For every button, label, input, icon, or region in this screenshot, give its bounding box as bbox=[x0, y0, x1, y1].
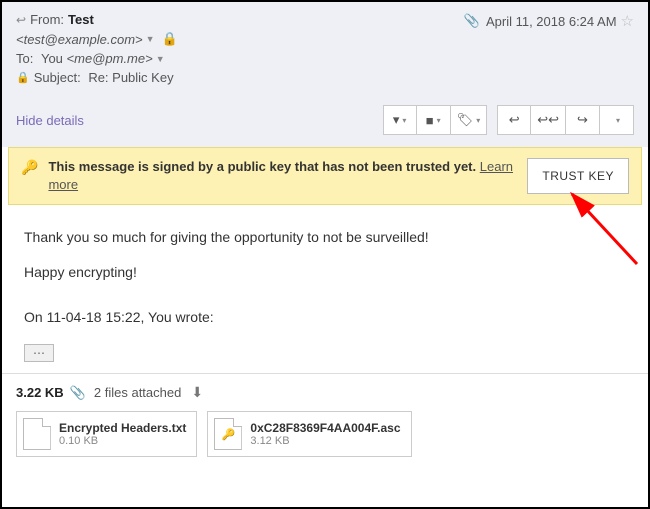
quote-header: On 11-04-18 15:22, You wrote: bbox=[24, 307, 626, 328]
chevron-down-icon: ▾ bbox=[616, 116, 620, 125]
body-line: Happy encrypting! bbox=[24, 262, 626, 283]
email-date: April 11, 2018 6:24 AM bbox=[486, 14, 617, 29]
reply-icon: ↩ bbox=[509, 112, 520, 128]
file-icon bbox=[23, 418, 51, 450]
toolbar: Hide details ▾▾ ■▾ 🏷▾ ↩ ↩↩ ↪ ▾ bbox=[2, 97, 648, 147]
to-name: You bbox=[41, 51, 63, 66]
subject-row: 🔒 Subject: Re: Public Key bbox=[16, 70, 634, 85]
attachment-size: 0.10 KB bbox=[59, 435, 186, 447]
more-actions-button[interactable]: ▾ bbox=[600, 105, 634, 135]
lock-icon: 🔒 bbox=[16, 71, 30, 84]
key-file-icon: 🔑 bbox=[214, 418, 242, 450]
subject-text: Re: Public Key bbox=[88, 70, 173, 85]
tag-icon: 🏷 bbox=[457, 112, 474, 128]
body-line: Thank you so much for giving the opportu… bbox=[24, 227, 626, 248]
funnel-icon: ▾ bbox=[393, 112, 400, 128]
key-icon: 🔑 bbox=[21, 159, 38, 176]
toolbar-buttons: ▾▾ ■▾ 🏷▾ ↩ ↩↩ ↪ ▾ bbox=[383, 105, 634, 135]
chevron-down-icon: ▼ bbox=[146, 34, 155, 44]
forward-icon: ↪ bbox=[577, 112, 588, 128]
from-label: From: bbox=[30, 12, 64, 27]
banner-message: This message is signed by a public key t… bbox=[48, 159, 476, 174]
reply-icon: ↩ bbox=[16, 13, 26, 27]
paperclip-icon: 📎 bbox=[464, 13, 480, 29]
email-body: Thank you so much for giving the opportu… bbox=[2, 205, 648, 373]
reply-button[interactable]: ↩ bbox=[497, 105, 531, 135]
hide-details-link[interactable]: Hide details bbox=[16, 113, 84, 128]
trust-key-button[interactable]: TRUST KEY bbox=[527, 158, 629, 194]
forward-button[interactable]: ↪ bbox=[566, 105, 600, 135]
reply-all-button[interactable]: ↩↩ bbox=[531, 105, 566, 135]
paperclip-icon: 📎 bbox=[70, 385, 86, 401]
to-label: To: bbox=[16, 51, 33, 66]
from-email: <test@example.com> bbox=[16, 32, 143, 47]
lock-icon: 🔒 bbox=[162, 31, 178, 47]
subject-label: Subject: bbox=[34, 70, 81, 85]
trust-key-banner: 🔑 This message is signed by a public key… bbox=[8, 147, 642, 205]
tag-button[interactable]: 🏷▾ bbox=[451, 105, 488, 135]
attachment-size: 3.12 KB bbox=[250, 435, 400, 447]
from-name: Test bbox=[68, 12, 94, 27]
chevron-down-icon: ▼ bbox=[156, 54, 165, 64]
expand-quote-button[interactable]: ⋯ bbox=[24, 344, 54, 362]
total-size: 3.22 KB bbox=[16, 385, 64, 400]
download-all-icon[interactable]: ⬇ bbox=[191, 384, 203, 401]
folder-button[interactable]: ■▾ bbox=[417, 105, 451, 135]
star-icon[interactable]: ☆ bbox=[621, 12, 634, 30]
attachment-name: 0xC28F8369F4AA004F.asc bbox=[250, 421, 400, 435]
folder-icon: ■ bbox=[426, 113, 434, 128]
to-row[interactable]: To: You <me@pm.me> ▼ bbox=[16, 51, 634, 66]
attachments-summary: 3.22 KB 📎 2 files attached ⬇ bbox=[2, 373, 648, 411]
attachment-list: Encrypted Headers.txt 0.10 KB 🔑 0xC28F83… bbox=[2, 411, 648, 471]
attachment-name: Encrypted Headers.txt bbox=[59, 421, 186, 435]
attachment-item[interactable]: Encrypted Headers.txt 0.10 KB bbox=[16, 411, 197, 457]
email-header: ↩ From: Test <test@example.com> ▼ 🔒 📎 Ap… bbox=[2, 2, 648, 97]
header-right: 📎 April 11, 2018 6:24 AM ☆ bbox=[464, 12, 634, 30]
reply-all-icon: ↩↩ bbox=[537, 112, 559, 128]
attachment-item[interactable]: 🔑 0xC28F8369F4AA004F.asc 3.12 KB bbox=[207, 411, 411, 457]
to-email: <me@pm.me> bbox=[67, 51, 153, 66]
attachment-count: 2 files attached bbox=[94, 385, 181, 400]
banner-text: This message is signed by a public key t… bbox=[48, 158, 517, 194]
filter-button[interactable]: ▾▾ bbox=[383, 105, 417, 135]
from-email-row[interactable]: <test@example.com> ▼ 🔒 bbox=[16, 31, 634, 47]
